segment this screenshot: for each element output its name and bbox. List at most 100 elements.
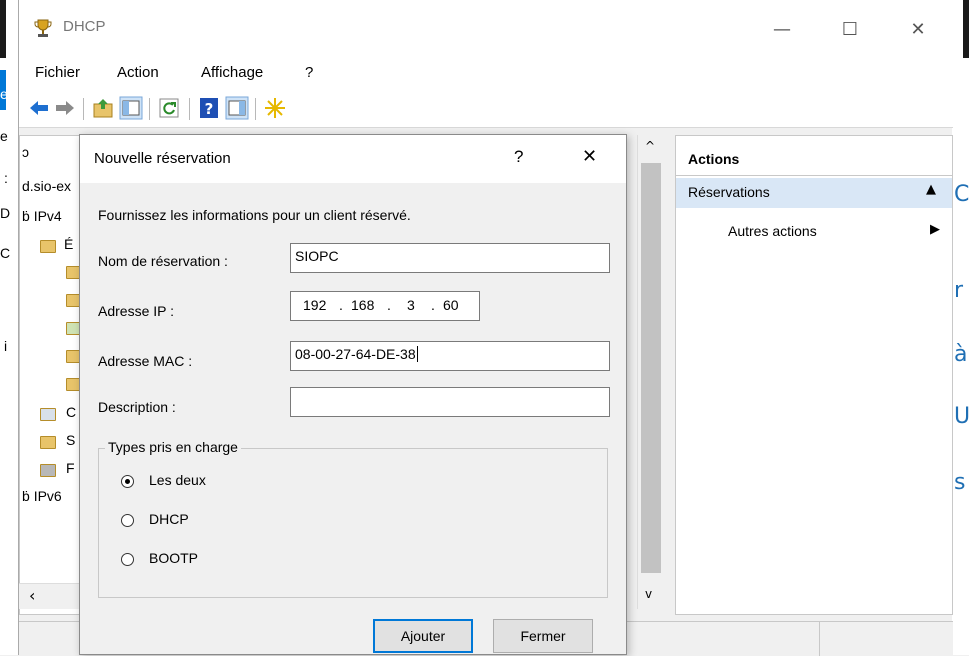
desktop-right-edge: C r à U s [952, 0, 969, 655]
folder-icon [40, 436, 56, 449]
star-icon[interactable] [263, 96, 287, 120]
options-icon [40, 408, 56, 421]
ip-octet-2[interactable]: 168 [351, 297, 374, 313]
reservation-name-input[interactable]: SIOPC [290, 243, 610, 273]
radio-bootp[interactable]: BOOTP [121, 549, 281, 571]
tree-ipv6[interactable]: ḃ IPv6 [22, 488, 62, 504]
radio-both-label: Les deux [149, 472, 206, 488]
dialog-title-bar[interactable]: Nouvelle réservation ? ✕ [80, 135, 626, 183]
ip-octet-4[interactable]: 60 [443, 297, 459, 313]
description-label: Description : [98, 399, 176, 415]
edge-right-1: C [954, 182, 969, 207]
tree-ipv4-label: IPv4 [33, 208, 62, 224]
actions-more-label: Autres actions [728, 223, 817, 239]
mac-address-input[interactable]: 08-00-27-64-DE-38 [290, 341, 610, 371]
actions-section-label: Réservations [688, 184, 770, 200]
dialog-title: Nouvelle réservation [94, 150, 231, 167]
maximize-button[interactable]: ☐ [827, 10, 873, 50]
minimize-button[interactable]: — [759, 10, 805, 50]
folder-icon [66, 266, 80, 279]
add-button[interactable]: Ajouter [373, 619, 473, 653]
edge-right-2: r [954, 278, 964, 303]
properties-icon[interactable] [225, 96, 249, 120]
scroll-up-icon[interactable]: ^ [645, 139, 655, 153]
tree-ipv4[interactable]: ḃ IPv4 [22, 208, 62, 224]
dhcp-trophy-icon [34, 19, 52, 37]
dialog-help-button[interactable]: ? [514, 147, 523, 167]
radio-dhcp-label: DHCP [149, 511, 189, 527]
radio-indicator[interactable] [121, 514, 134, 527]
folder-icon [66, 294, 80, 307]
edge-letter-e: e [0, 86, 8, 102]
scroll-down-icon[interactable]: v [645, 587, 652, 601]
back-arrow-icon[interactable] [27, 96, 51, 120]
ip-address-input[interactable]: 192 . 168 . 3 . 60 [290, 291, 480, 321]
radio-both[interactable]: Les deux [121, 471, 281, 493]
folder-icon [66, 378, 80, 391]
submenu-arrow-icon: ▶ [930, 222, 940, 237]
tree-item-f[interactable]: F [66, 460, 75, 476]
tree-folder-label[interactable]: É [64, 236, 73, 252]
tree-item-c[interactable]: C [66, 404, 76, 420]
console-tree: ɔ d.sio-ex ḃ IPv4 É C S F ḃ IPv6 [19, 135, 83, 615]
desktop-left-edge: e e : D C i [0, 0, 18, 655]
tree-server[interactable]: d.sio-ex [22, 178, 71, 194]
actions-header: Actions [676, 146, 952, 176]
description-input[interactable] [290, 387, 610, 417]
supported-types-label: Types pris en charge [105, 439, 241, 455]
actions-section-reservations[interactable]: Réservations ▲ [676, 178, 952, 208]
menu-affichage[interactable]: Affichage [201, 64, 263, 81]
menu-bar: Fichier Action Affichage ? [19, 58, 953, 88]
dialog-intro: Fournissez les informations pour un clie… [98, 207, 411, 223]
tree-item-s[interactable]: S [66, 432, 75, 448]
results-vertical-scrollbar[interactable]: ^ v [637, 135, 663, 609]
edge-letter-i: i [4, 338, 8, 354]
mac-address-value: 08-00-27-64-DE-38 [295, 346, 416, 362]
tree-horizontal-scrollbar[interactable]: ‹ [19, 583, 83, 609]
reservation-name-label: Nom de réservation : [98, 253, 228, 269]
menu-help[interactable]: ? [305, 64, 313, 81]
radio-dhcp[interactable]: DHCP [121, 510, 281, 532]
menu-action[interactable]: Action [117, 64, 159, 81]
text-caret [416, 346, 418, 362]
dialog-close-button[interactable]: ✕ [582, 146, 597, 167]
edge-letter-c: C [0, 245, 11, 261]
collapse-up-icon[interactable]: ▲ [926, 182, 936, 197]
up-folder-icon[interactable] [91, 96, 115, 120]
scroll-thumb[interactable] [641, 163, 661, 573]
help-icon[interactable]: ? [197, 96, 221, 120]
toolbar: ? [19, 88, 953, 128]
mac-address-label: Adresse MAC : [98, 353, 193, 369]
show-hide-tree-icon[interactable] [119, 96, 143, 120]
svg-text:?: ? [205, 100, 214, 118]
tree-root-fragment: ɔ [22, 144, 29, 160]
folder-icon [66, 350, 80, 363]
refresh-icon[interactable] [157, 96, 181, 120]
edge-right-3: à [954, 342, 968, 367]
edge-letter-d: D [0, 205, 11, 221]
ip-dot: . [387, 297, 391, 313]
forward-arrow-icon[interactable] [53, 96, 77, 120]
radio-indicator-checked[interactable] [121, 475, 134, 488]
radio-indicator[interactable] [121, 553, 134, 566]
window-title: DHCP [63, 18, 106, 35]
title-bar[interactable]: DHCP — ☐ ✕ [19, 0, 953, 58]
ip-octet-1[interactable]: 192 [303, 297, 326, 313]
ip-octet-3[interactable]: 3 [407, 297, 415, 313]
ip-dot: . [339, 297, 343, 313]
edge-letter-e2: e [0, 128, 8, 144]
supported-types-group: Types pris en charge Les deux DHCP BOOTP [98, 439, 608, 598]
tree-ipv6-label: IPv6 [33, 488, 62, 504]
scope-icon [66, 322, 80, 335]
ip-dot: . [431, 297, 435, 313]
close-window-button[interactable]: ✕ [895, 10, 941, 50]
close-button[interactable]: Fermer [493, 619, 593, 653]
folder-icon [40, 240, 56, 253]
actions-title: Actions [688, 151, 740, 167]
ip-address-label: Adresse IP : [98, 303, 175, 319]
filter-icon [40, 464, 56, 477]
menu-fichier[interactable]: Fichier [35, 64, 80, 81]
scroll-left-icon[interactable]: ‹ [29, 586, 35, 605]
radio-bootp-label: BOOTP [149, 550, 199, 566]
actions-more[interactable]: Autres actions ▶ [676, 218, 952, 246]
